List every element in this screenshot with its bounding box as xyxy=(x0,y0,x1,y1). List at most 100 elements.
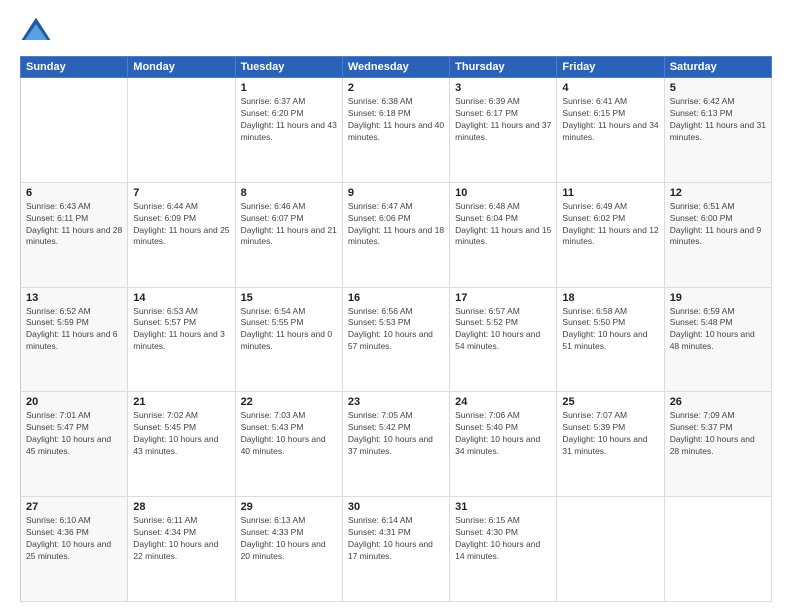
day-number: 6 xyxy=(26,187,122,199)
day-number: 11 xyxy=(562,187,658,199)
day-info: Sunrise: 6:59 AM Sunset: 5:48 PM Dayligh… xyxy=(670,306,766,354)
day-info: Sunrise: 6:49 AM Sunset: 6:02 PM Dayligh… xyxy=(562,201,658,249)
day-number: 31 xyxy=(455,501,551,513)
calendar-cell: 23Sunrise: 7:05 AM Sunset: 5:42 PM Dayli… xyxy=(342,392,449,497)
calendar-cell: 17 Sunrise: 6:57 AM Sunset: 5:52 PM Dayli… xyxy=(450,287,557,392)
calendar-cell: 18 Sunrise: 6:58 AM Sunset: 5:50 PM Dayli… xyxy=(557,287,664,392)
day-info: Sunrise: 6:51 AM Sunset: 6:00 PM Dayligh… xyxy=(670,201,766,249)
day-info: Sunrise: 6:52 AM Sunset: 5:59 PM Dayligh… xyxy=(26,306,122,354)
calendar-cell: 9Sunrise: 6:47 AM Sunset: 6:06 PM Daylig… xyxy=(342,182,449,287)
day-number: 21 xyxy=(133,396,229,408)
calendar-cell: 27 Sunrise: 6:10 AM Sunset: 4:36 PM Dayli… xyxy=(21,497,128,602)
header xyxy=(20,16,772,48)
day-number: 25 xyxy=(562,396,658,408)
day-header-tuesday: Tuesday xyxy=(235,57,342,78)
day-number: 13 xyxy=(26,292,122,304)
calendar: SundayMondayTuesdayWednesdayThursdayFrid… xyxy=(20,56,772,602)
day-header-saturday: Saturday xyxy=(664,57,771,78)
day-info: Sunrise: 6:11 AM Sunset: 4:34 PM Dayligh… xyxy=(133,515,229,563)
day-number: 1 xyxy=(241,82,337,94)
day-info: Sunrise: 6:53 AM Sunset: 5:57 PM Dayligh… xyxy=(133,306,229,354)
day-number: 12 xyxy=(670,187,766,199)
calendar-cell: 26 Sunrise: 7:09 AM Sunset: 5:37 PM Dayli… xyxy=(664,392,771,497)
calendar-cell: 28 Sunrise: 6:11 AM Sunset: 4:34 PM Dayli… xyxy=(128,497,235,602)
calendar-cell xyxy=(21,78,128,183)
week-row-4: 27 Sunrise: 6:10 AM Sunset: 4:36 PM Dayli… xyxy=(21,497,772,602)
day-number: 16 xyxy=(348,292,444,304)
day-header-thursday: Thursday xyxy=(450,57,557,78)
day-info: Sunrise: 6:13 AM Sunset: 4:33 PM Dayligh… xyxy=(241,515,337,563)
day-info: Sunrise: 6:15 AM Sunset: 4:30 PM Dayligh… xyxy=(455,515,551,563)
calendar-cell: 20 Sunrise: 7:01 AM Sunset: 5:47 PM Dayli… xyxy=(21,392,128,497)
day-number: 29 xyxy=(241,501,337,513)
day-number: 15 xyxy=(241,292,337,304)
calendar-cell: 24Sunrise: 7:06 AM Sunset: 5:40 PM Dayli… xyxy=(450,392,557,497)
day-info: Sunrise: 6:42 AM Sunset: 6:13 PM Dayligh… xyxy=(670,96,766,144)
day-info: Sunrise: 6:10 AM Sunset: 4:36 PM Dayligh… xyxy=(26,515,122,563)
day-number: 28 xyxy=(133,501,229,513)
day-number: 26 xyxy=(670,396,766,408)
day-info: Sunrise: 6:43 AM Sunset: 6:11 PM Dayligh… xyxy=(26,201,122,249)
calendar-cell: 10 Sunrise: 6:48 AM Sunset: 6:04 PM Dayli… xyxy=(450,182,557,287)
calendar-cell: 14Sunrise: 6:53 AM Sunset: 5:57 PM Dayli… xyxy=(128,287,235,392)
day-info: Sunrise: 6:56 AM Sunset: 5:53 PM Dayligh… xyxy=(348,306,444,354)
day-info: Sunrise: 7:02 AM Sunset: 5:45 PM Dayligh… xyxy=(133,410,229,458)
day-info: Sunrise: 6:14 AM Sunset: 4:31 PM Dayligh… xyxy=(348,515,444,563)
calendar-cell xyxy=(128,78,235,183)
calendar-cell: 5 Sunrise: 6:42 AM Sunset: 6:13 PM Daylig… xyxy=(664,78,771,183)
day-info: Sunrise: 6:57 AM Sunset: 5:52 PM Dayligh… xyxy=(455,306,551,354)
logo xyxy=(20,16,56,48)
day-number: 19 xyxy=(670,292,766,304)
day-number: 30 xyxy=(348,501,444,513)
day-info: Sunrise: 6:41 AM Sunset: 6:15 PM Dayligh… xyxy=(562,96,658,144)
day-info: Sunrise: 6:44 AM Sunset: 6:09 PM Dayligh… xyxy=(133,201,229,249)
calendar-cell: 16 Sunrise: 6:56 AM Sunset: 5:53 PM Dayli… xyxy=(342,287,449,392)
day-info: Sunrise: 6:47 AM Sunset: 6:06 PM Dayligh… xyxy=(348,201,444,249)
day-info: Sunrise: 6:58 AM Sunset: 5:50 PM Dayligh… xyxy=(562,306,658,354)
day-info: Sunrise: 7:09 AM Sunset: 5:37 PM Dayligh… xyxy=(670,410,766,458)
calendar-cell: 7 Sunrise: 6:44 AM Sunset: 6:09 PM Daylig… xyxy=(128,182,235,287)
day-info: Sunrise: 6:48 AM Sunset: 6:04 PM Dayligh… xyxy=(455,201,551,249)
calendar-cell: 4 Sunrise: 6:41 AM Sunset: 6:15 PM Daylig… xyxy=(557,78,664,183)
day-number: 7 xyxy=(133,187,229,199)
calendar-cell: 21 Sunrise: 7:02 AM Sunset: 5:45 PM Dayli… xyxy=(128,392,235,497)
day-number: 5 xyxy=(670,82,766,94)
day-info: Sunrise: 7:06 AM Sunset: 5:40 PM Dayligh… xyxy=(455,410,551,458)
calendar-cell: 30 Sunrise: 6:14 AM Sunset: 4:31 PM Dayli… xyxy=(342,497,449,602)
day-number: 10 xyxy=(455,187,551,199)
calendar-cell xyxy=(664,497,771,602)
day-number: 23 xyxy=(348,396,444,408)
day-number: 17 xyxy=(455,292,551,304)
day-info: Sunrise: 6:46 AM Sunset: 6:07 PM Dayligh… xyxy=(241,201,337,249)
calendar-header-row: SundayMondayTuesdayWednesdayThursdayFrid… xyxy=(21,57,772,78)
calendar-cell: 19 Sunrise: 6:59 AM Sunset: 5:48 PM Dayli… xyxy=(664,287,771,392)
calendar-cell: 6 Sunrise: 6:43 AM Sunset: 6:11 PM Daylig… xyxy=(21,182,128,287)
day-info: Sunrise: 7:07 AM Sunset: 5:39 PM Dayligh… xyxy=(562,410,658,458)
calendar-cell: 22 Sunrise: 7:03 AM Sunset: 5:43 PM Dayli… xyxy=(235,392,342,497)
logo-icon xyxy=(20,16,52,48)
week-row-2: 13 Sunrise: 6:52 AM Sunset: 5:59 PM Dayli… xyxy=(21,287,772,392)
day-info: Sunrise: 6:54 AM Sunset: 5:55 PM Dayligh… xyxy=(241,306,337,354)
day-number: 27 xyxy=(26,501,122,513)
day-header-friday: Friday xyxy=(557,57,664,78)
day-info: Sunrise: 7:03 AM Sunset: 5:43 PM Dayligh… xyxy=(241,410,337,458)
day-header-wednesday: Wednesday xyxy=(342,57,449,78)
day-header-monday: Monday xyxy=(128,57,235,78)
day-number: 18 xyxy=(562,292,658,304)
calendar-cell: 11 Sunrise: 6:49 AM Sunset: 6:02 PM Dayli… xyxy=(557,182,664,287)
calendar-cell: 25 Sunrise: 7:07 AM Sunset: 5:39 PM Dayli… xyxy=(557,392,664,497)
day-number: 20 xyxy=(26,396,122,408)
calendar-cell: 29 Sunrise: 6:13 AM Sunset: 4:33 PM Dayli… xyxy=(235,497,342,602)
calendar-cell: 2 Sunrise: 6:38 AM Sunset: 6:18 PM Daylig… xyxy=(342,78,449,183)
calendar-cell: 3Sunrise: 6:39 AM Sunset: 6:17 PM Daylig… xyxy=(450,78,557,183)
calendar-cell xyxy=(557,497,664,602)
page: SundayMondayTuesdayWednesdayThursdayFrid… xyxy=(0,0,792,612)
day-number: 3 xyxy=(455,82,551,94)
day-info: Sunrise: 7:01 AM Sunset: 5:47 PM Dayligh… xyxy=(26,410,122,458)
day-info: Sunrise: 6:38 AM Sunset: 6:18 PM Dayligh… xyxy=(348,96,444,144)
day-number: 4 xyxy=(562,82,658,94)
day-number: 22 xyxy=(241,396,337,408)
day-number: 2 xyxy=(348,82,444,94)
calendar-cell: 13 Sunrise: 6:52 AM Sunset: 5:59 PM Dayli… xyxy=(21,287,128,392)
day-info: Sunrise: 6:37 AM Sunset: 6:20 PM Dayligh… xyxy=(241,96,337,144)
